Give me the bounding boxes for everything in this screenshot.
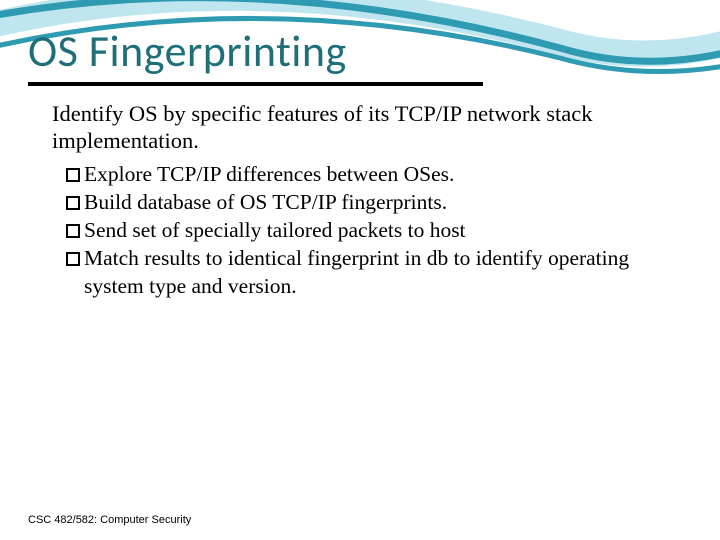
- list-item-text: Match results to identical fingerprint i…: [84, 245, 668, 301]
- slide-title: OS Fingerprinting: [28, 24, 347, 78]
- list-item-text: Explore TCP/IP differences between OSes.: [84, 161, 668, 189]
- title-underline: [28, 82, 483, 86]
- intro-text: Identify OS by specific features of its …: [52, 100, 668, 155]
- list-item: Send set of specially tailored packets t…: [66, 217, 668, 245]
- list-item: Explore TCP/IP differences between OSes.: [66, 161, 668, 189]
- slide-footer: CSC 482/582: Computer Security: [28, 514, 191, 526]
- list-item-text: Build database of OS TCP/IP fingerprints…: [84, 189, 668, 217]
- list-item: Build database of OS TCP/IP fingerprints…: [66, 189, 668, 217]
- bullet-list: Explore TCP/IP differences between OSes.…: [66, 161, 668, 301]
- slide-body: Identify OS by specific features of its …: [52, 100, 668, 301]
- list-item: Match results to identical fingerprint i…: [66, 245, 668, 301]
- square-bullet-icon: [66, 196, 80, 210]
- square-bullet-icon: [66, 168, 80, 182]
- square-bullet-icon: [66, 252, 80, 266]
- list-item-text: Send set of specially tailored packets t…: [84, 217, 668, 245]
- square-bullet-icon: [66, 224, 80, 238]
